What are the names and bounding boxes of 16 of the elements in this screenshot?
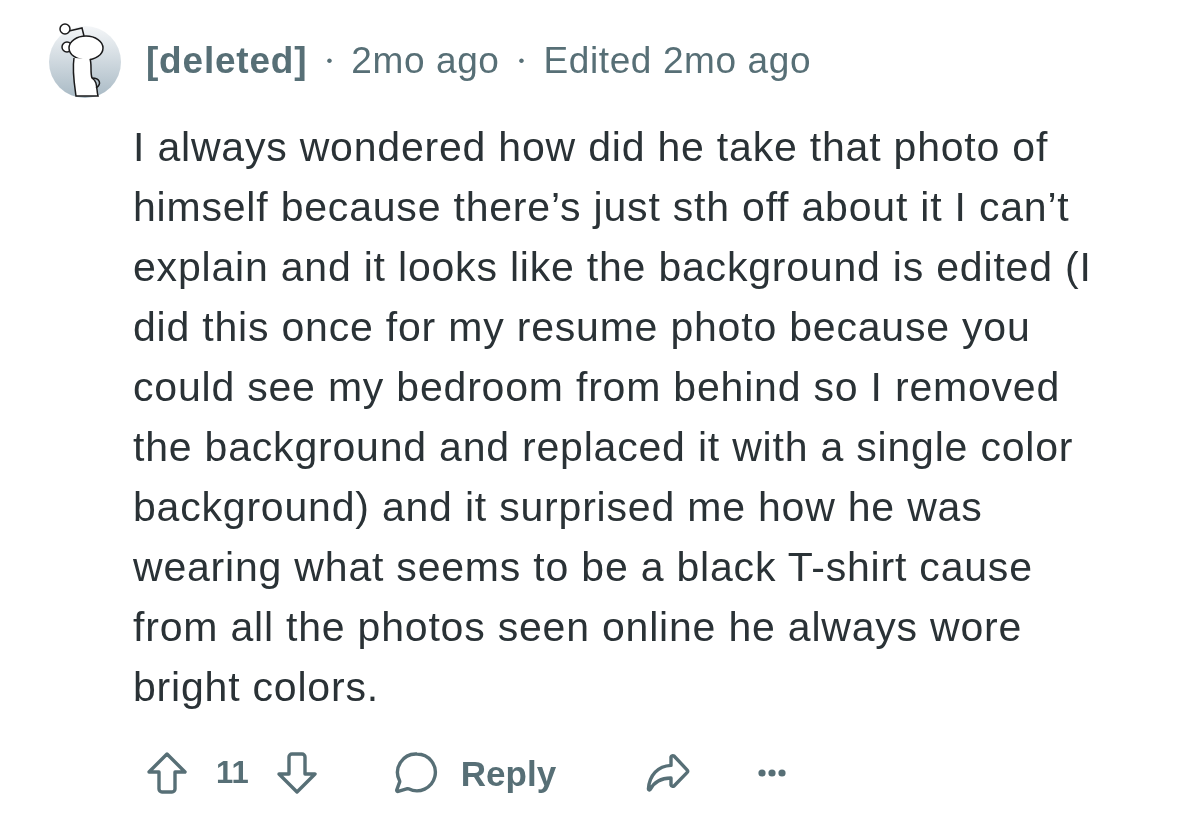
timestamp: Edited 2mo ago [543,41,812,79]
upvote-icon [146,751,188,795]
more-dots-icon [758,769,787,777]
reply-button[interactable]: Reply [392,751,557,795]
timestamp: 2mo ago [351,41,500,79]
author-name[interactable]: [deleted] [146,41,308,79]
avatar-icon [48,22,122,98]
vote-count: 11 [216,753,249,792]
separator-dot: • [326,51,333,69]
speech-bubble-icon [392,751,439,795]
downvote-button[interactable] [274,750,319,796]
share-arrow-icon [645,753,692,793]
separator-dot: • [518,51,525,69]
upvote-button[interactable] [145,750,189,796]
comment-text: I always wondered how did he take that photo of himself because there’s just sth off about it I can’t explain and it looks like the background is edited (I did this once for my resume photo because you could see my bedroom from behind so I removed the background and replaced it with a single color background) and it surprised me how he was wearing what seems to be a black T-shirt cause from all the photos seen online he always wore bright colors. [133,123,1092,712]
downvote-icon [275,751,318,795]
